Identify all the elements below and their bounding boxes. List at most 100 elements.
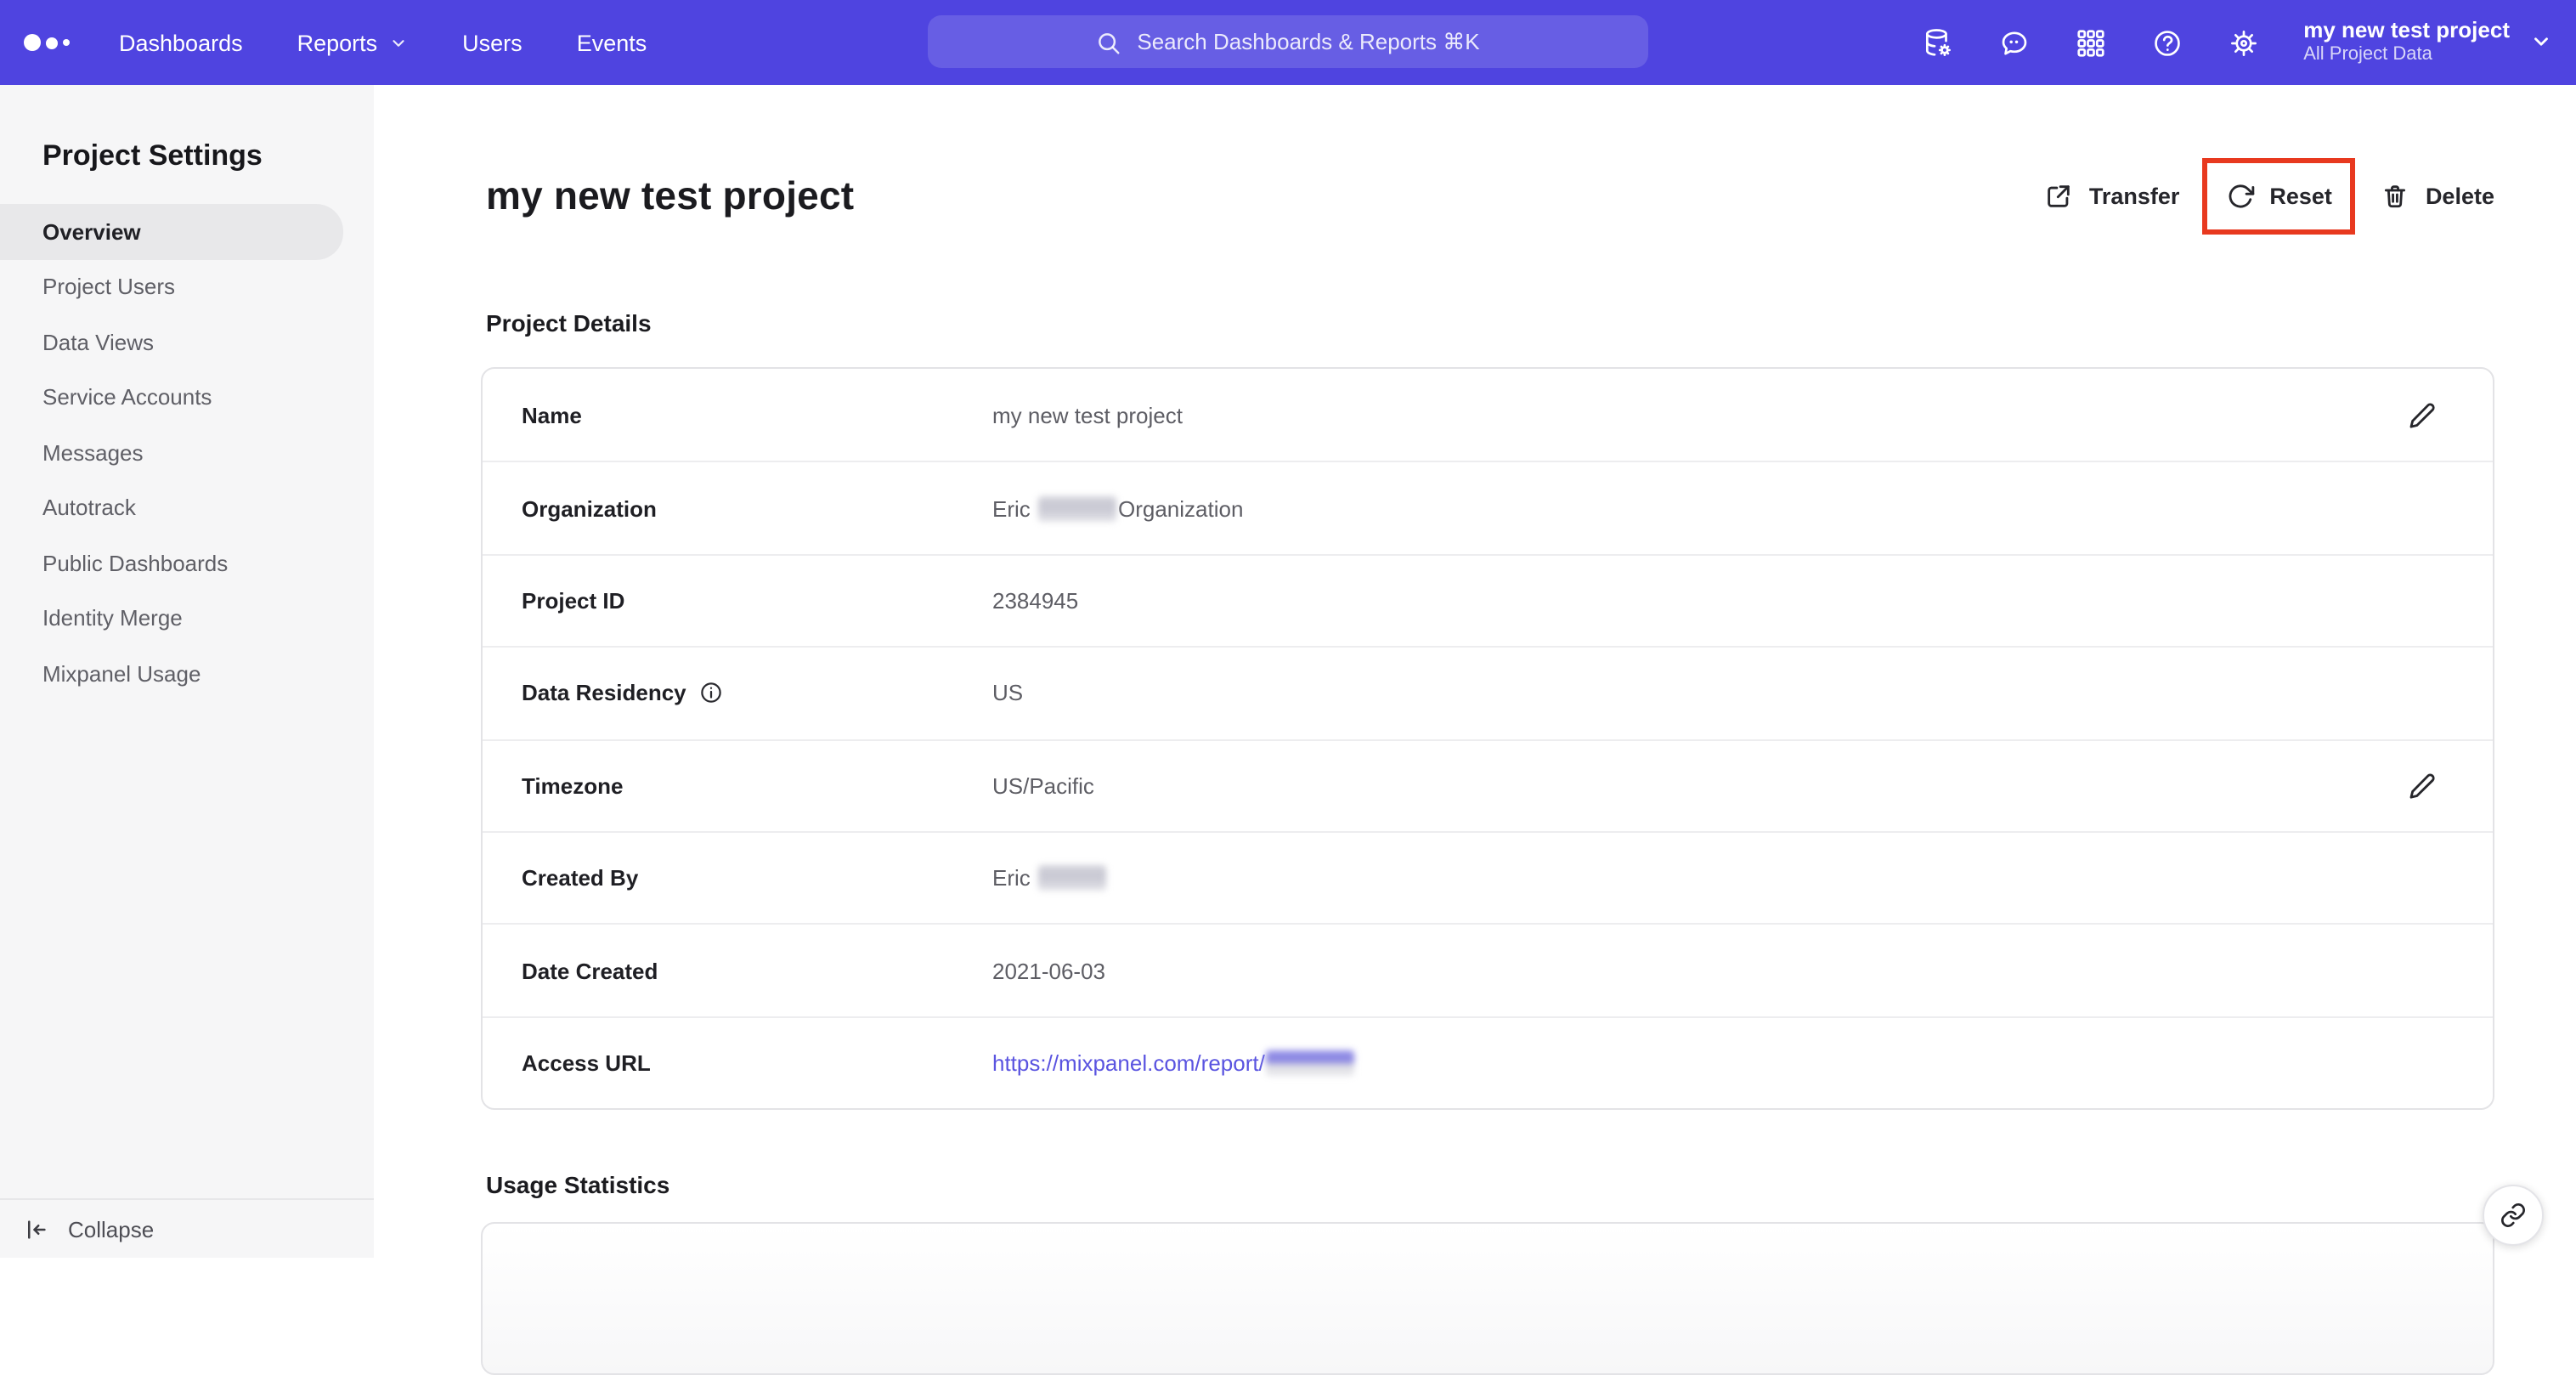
logo-dot-medium (46, 37, 58, 48)
primary-nav: Dashboards Reports Users Events (119, 30, 647, 55)
reset-label: Reset (2269, 184, 2332, 209)
sidebar: Project Settings Overview Project Users Da… (0, 85, 374, 1258)
mixpanel-logo[interactable] (24, 34, 82, 51)
detail-row-access-url: Access URL https://mixpanel.com/report/ (483, 1016, 2493, 1108)
detail-label-project-id: Project ID (522, 587, 625, 614)
detail-value-name: my new test project (992, 402, 1183, 428)
search-placeholder: Search Dashboards & Reports ⌘K (1137, 28, 1480, 54)
chevron-down-icon (393, 39, 404, 46)
share-link-button[interactable] (2483, 1185, 2544, 1246)
main-content: my new test project Transfer Reset Delete … (374, 85, 2576, 1375)
edit-pencil-icon (2409, 774, 2435, 800)
detail-row-project-id: Project ID 2384945 (483, 553, 2493, 647)
sidebar-item-label: Autotrack (42, 495, 136, 521)
access-url-link[interactable]: https://mixpanel.com/report/ (992, 1050, 1265, 1076)
transfer-button[interactable]: Transfer (2045, 182, 2180, 211)
chevron-down-icon (2534, 37, 2548, 47)
help-button[interactable] (2150, 26, 2183, 59)
reset-button[interactable]: Reset (2225, 182, 2332, 211)
sidebar-item-data-views[interactable]: Data Views (0, 314, 374, 370)
project-selector-name: my new test project (2303, 17, 2510, 42)
sidebar-item-label: Project Users (42, 274, 176, 300)
navbar-left-group: Dashboards Reports Users Events (24, 0, 647, 85)
help-icon (2154, 30, 2180, 55)
delete-button[interactable]: Delete (2381, 182, 2494, 211)
apps-grid-icon (2076, 29, 2104, 56)
delete-label: Delete (2425, 184, 2494, 209)
project-chevron-wrap (2530, 27, 2552, 58)
nav-link-label: Users (462, 30, 523, 55)
apps-grid-button[interactable] (2074, 26, 2106, 59)
detail-label-organization: Organization (522, 495, 657, 522)
project-details-heading: Project Details (486, 309, 652, 337)
sidebar-item-public-dashboards[interactable]: Public Dashboards (0, 535, 374, 591)
detail-label-access-url: Access URL (522, 1050, 651, 1076)
nav-link-reports[interactable]: Reports (297, 30, 409, 55)
sidebar-item-label: Messages (42, 439, 144, 466)
sidebar-item-mixpanel-usage[interactable]: Mixpanel Usage (0, 646, 374, 701)
feedback-button[interactable] (1997, 26, 2030, 59)
detail-label-name: Name (522, 402, 582, 428)
transfer-label: Transfer (2088, 184, 2180, 209)
search-input[interactable]: Search Dashboards & Reports ⌘K (928, 15, 1648, 68)
detail-row-organization: Organization Eric Organization (483, 461, 2493, 554)
detail-value-access-url: https://mixpanel.com/report/ (992, 1050, 1357, 1076)
detail-row-date-created: Date Created 2021-06-03 (483, 923, 2493, 1016)
mixpanel-project-settings-page: Dashboards Reports Users Events Search Dash… (0, 0, 2576, 1375)
navbar-icon-row (1921, 26, 2259, 59)
collapse-label: Collapse (68, 1216, 155, 1242)
project-details-card: Name my new test project Organization Eric … (481, 367, 2494, 1110)
sidebar-item-autotrack[interactable]: Autotrack (0, 480, 374, 535)
transfer-icon (2048, 185, 2070, 207)
collapse-icon-wrap (24, 1215, 49, 1242)
search-icon (1099, 32, 1120, 54)
data-residency-info-trigger[interactable] (698, 681, 724, 706)
sidebar-item-label: Public Dashboards (42, 550, 229, 576)
edit-name-button[interactable] (2408, 400, 2437, 429)
usage-statistics-heading: Usage Statistics (486, 1171, 670, 1198)
sidebar-item-overview[interactable]: Overview (0, 204, 343, 259)
sidebar-item-service-accounts[interactable]: Service Accounts (0, 370, 374, 425)
collapse-icon (28, 1220, 46, 1239)
detail-value-data-residency: US (992, 680, 1024, 706)
logo-dot-large (24, 34, 41, 51)
feedback-icon (2001, 31, 2026, 54)
nav-link-users[interactable]: Users (462, 30, 523, 55)
detail-label-created-by: Created By (522, 865, 639, 891)
sidebar-item-messages[interactable]: Messages (0, 425, 374, 480)
detail-row-data-residency: Data Residency US (483, 646, 2493, 738)
nav-link-label: Reports (297, 30, 378, 55)
sidebar-item-identity-merge[interactable]: Identity Merge (0, 591, 374, 646)
detail-value-date-created: 2021-06-03 (992, 958, 1105, 984)
settings-gear-button[interactable] (2227, 26, 2259, 59)
data-management-button[interactable] (1921, 26, 1953, 59)
project-selector[interactable]: my new test project All Project Data (2303, 17, 2552, 68)
redacted-text (1038, 495, 1116, 522)
page-title: my new test project (486, 173, 855, 218)
project-actions: Transfer Reset Delete (2045, 156, 2494, 236)
detail-row-created-by: Created By Eric (483, 830, 2493, 924)
settings-gear-icon (2230, 30, 2257, 55)
annotation-highlight-box: Reset (2201, 158, 2356, 235)
nav-link-events[interactable]: Events (577, 30, 647, 55)
delete-icon (2385, 185, 2406, 208)
detail-value-organization: Eric Organization (992, 495, 1244, 522)
sidebar-item-project-users[interactable]: Project Users (0, 259, 374, 314)
navbar-right-group: my new test project All Project Data (1921, 0, 2552, 85)
project-selector-text: my new test project All Project Data (2303, 17, 2510, 68)
sidebar-item-label: Service Accounts (42, 384, 212, 410)
reset-icon (2228, 184, 2254, 208)
detail-value-project-id: 2384945 (992, 587, 1079, 614)
detail-value-created-by: Eric (992, 865, 1108, 891)
link-icon (2501, 1203, 2525, 1228)
sidebar-item-label: Mixpanel Usage (42, 660, 201, 687)
project-selector-scope: All Project Data (2303, 44, 2432, 65)
redacted-text (1266, 1050, 1355, 1076)
edit-pencil-icon (2409, 403, 2435, 428)
detail-label-data-residency: Data Residency (522, 681, 992, 706)
nav-link-dashboards[interactable]: Dashboards (119, 30, 243, 55)
edit-timezone-button[interactable] (2408, 772, 2437, 801)
sidebar-list: Overview Project Users Data Views Service A… (0, 204, 374, 701)
collapse-button[interactable]: Collapse (0, 1198, 374, 1258)
nav-link-label: Events (576, 30, 647, 55)
